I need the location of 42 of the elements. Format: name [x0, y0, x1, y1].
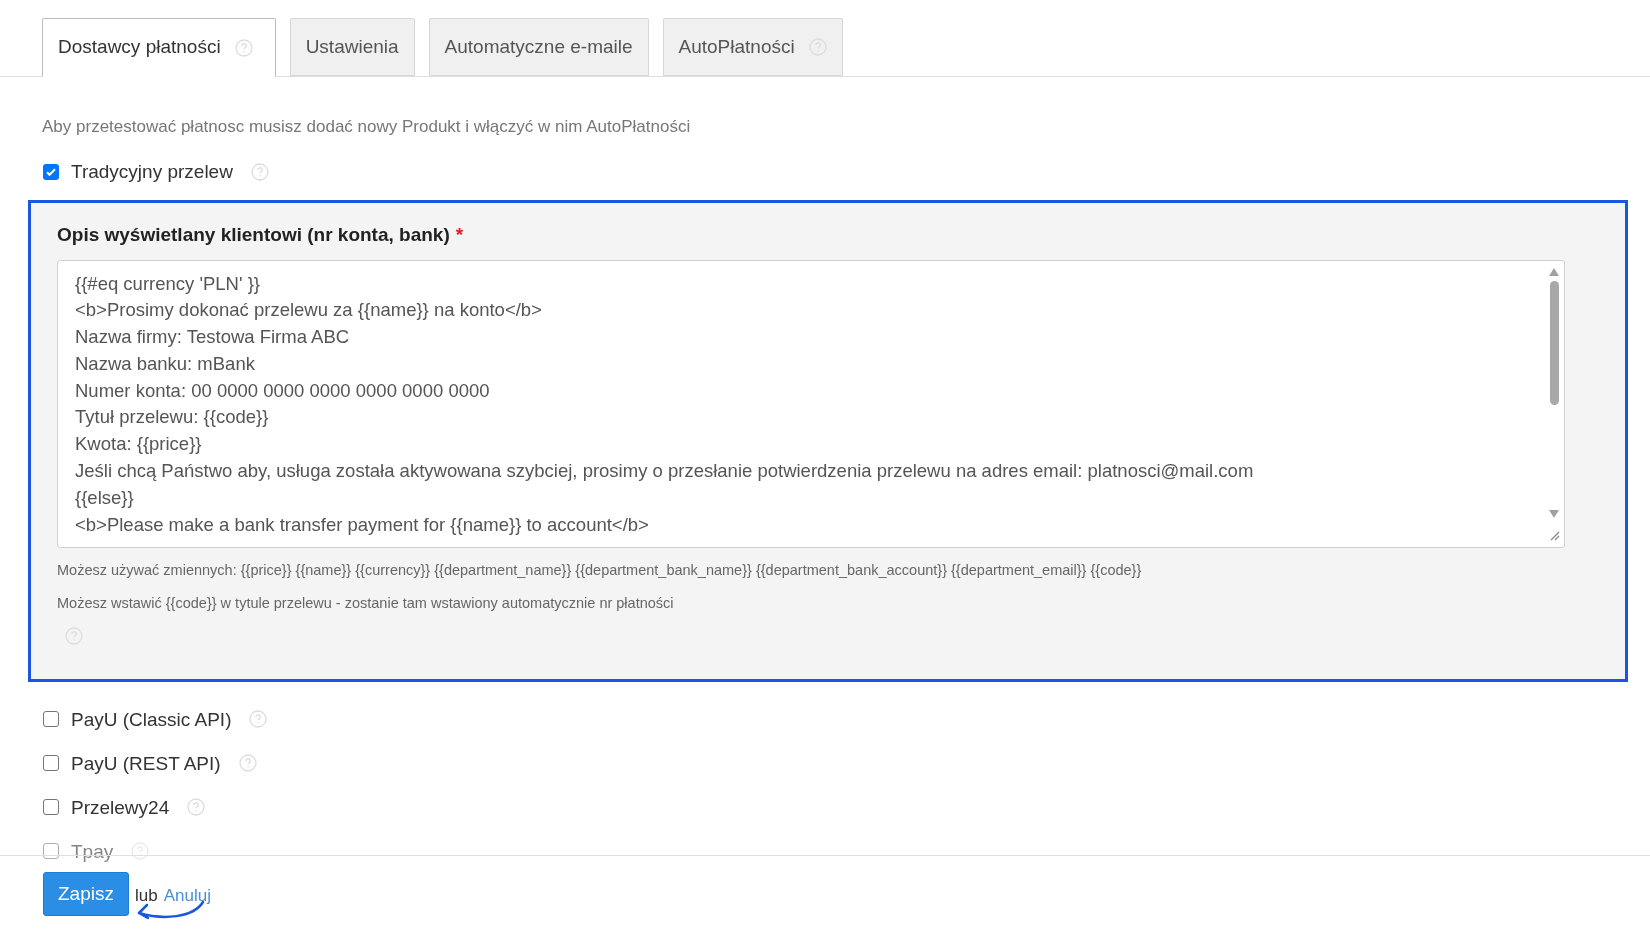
- checkbox[interactable]: [43, 163, 59, 180]
- help-icon[interactable]: [250, 162, 269, 181]
- save-button[interactable]: Zapisz: [43, 872, 129, 916]
- description-textarea[interactable]: [57, 259, 1565, 548]
- textarea-line: {{else}}: [75, 485, 134, 510]
- notice-text: Aby przetestować płatnosc musisz dodać nowy Produkt i włączyć w nim AutoPłatności: [41, 116, 692, 138]
- scroll-up-icon[interactable]: [1548, 266, 1560, 277]
- tab[interactable]: AutoPłatności: [662, 18, 843, 76]
- textarea-line: <b>Prosimy dokonać przelewu za {{name}} na konto</b>: [75, 298, 542, 323]
- cancel-link[interactable]: Anuluj: [163, 883, 211, 909]
- checkbox[interactable]: [43, 843, 59, 859]
- hint-text: Możesz wstawić {{code}} w tytule przelewu - zostanie tam wstawiony automatycznie nr płatności: [57, 594, 674, 614]
- checkbox-label: PayU (Classic API): [71, 709, 232, 729]
- help-icon[interactable]: [249, 710, 268, 728]
- or-text: lub: [134, 885, 158, 907]
- field-label: Opis wyświetlany klientowi (nr konta, bank): [57, 223, 450, 247]
- checkbox[interactable]: [43, 799, 59, 815]
- help-icon[interactable]: [65, 627, 83, 645]
- checkbox[interactable]: [43, 755, 59, 771]
- help-icon[interactable]: [238, 754, 257, 772]
- checkbox-label: Przelewy24: [71, 797, 170, 817]
- checkbox-label: Tradycyjny przelew: [71, 159, 233, 184]
- scrollbar-thumb[interactable]: [1549, 280, 1559, 405]
- tab[interactable]: Ustawienia: [289, 18, 415, 76]
- scroll-down-icon[interactable]: [1548, 508, 1560, 519]
- checkbox-label: PayU (REST API): [71, 753, 221, 773]
- hint-text: Możesz używać zmiennych: {{price}} {{name}} {{currency}} {{department_name}} {{department_bank_name}} {{department_bank_account}} {{department_email}} {{code}}: [57, 560, 1142, 580]
- textarea-line: Nazwa banku: mBank: [75, 351, 255, 376]
- tab[interactable]: Dostawcy płatności: [42, 18, 276, 77]
- checkbox[interactable]: [43, 711, 59, 727]
- textarea-line: {{#eq currency 'PLN' }}: [75, 271, 260, 296]
- textarea-line: <b>Please make a bank transfer payment for {{name}} to account</b>: [75, 512, 649, 537]
- required-mark: *: [455, 223, 464, 247]
- help-icon[interactable]: [234, 38, 253, 57]
- help-icon[interactable]: [187, 798, 206, 816]
- help-icon[interactable]: [131, 842, 150, 860]
- textarea-line: Nazwa firmy: Testowa Firma ABC: [75, 325, 350, 350]
- textarea-line: Numer konta: 00 0000 0000 0000 0000 0000 0000: [75, 378, 490, 403]
- textarea-line: Tytuł przelewu: {{code}}: [75, 405, 269, 430]
- textarea-line: Jeśli chcą Państwo aby, usługa została aktywowana szybciej, prosimy o przesłanie potwierdzenia przelewu na adres email: platnosci@mail.com: [75, 459, 1254, 484]
- textarea-line: Kwota: {{price}}: [75, 432, 202, 457]
- tab[interactable]: Automatyczne e-maile: [428, 18, 649, 76]
